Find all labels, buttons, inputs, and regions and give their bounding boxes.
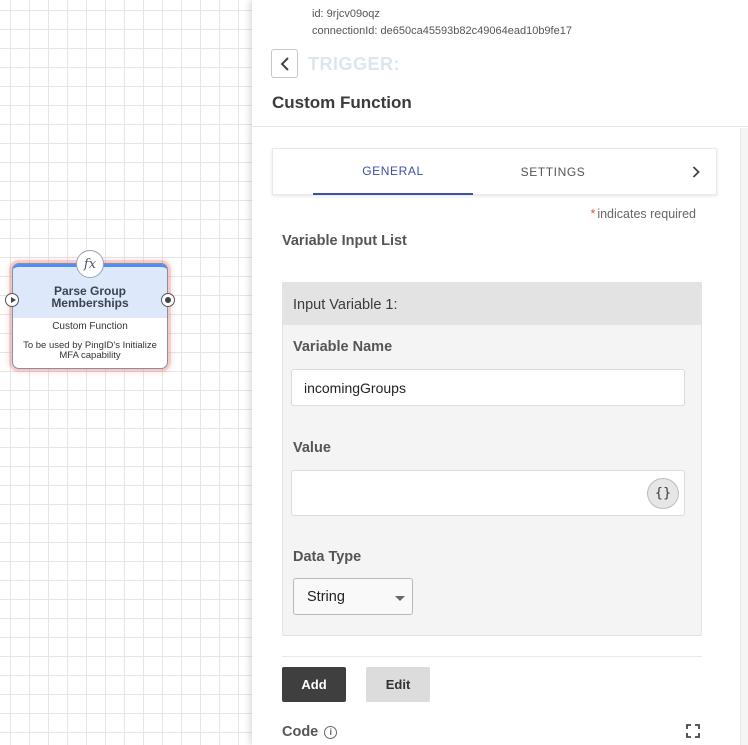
input-variable-header: Input Variable 1:: [283, 283, 701, 325]
required-star: *: [590, 207, 596, 221]
input-variable-card: Input Variable 1: Variable Name Value {}…: [282, 282, 702, 636]
chevron-left-icon: [280, 56, 289, 71]
info-icon[interactable]: i: [324, 725, 338, 739]
tab-bar: GENERAL SETTINGS: [272, 148, 717, 195]
trigger-label: TRIGGER:: [308, 54, 400, 74]
variable-name-input[interactable]: [291, 369, 685, 406]
node-id: id: 9rjcv09oqz: [312, 8, 380, 20]
header-divider: [252, 126, 748, 127]
value-label: Value: [293, 440, 331, 456]
flow-canvas[interactable]: fx Parse Group Memberships Custom Functi…: [0, 0, 252, 745]
panel-title: Custom Function: [272, 93, 412, 112]
properties-panel: id: 9rjcv09oqz connectionId: de650ca4559…: [252, 0, 748, 745]
node-input-port[interactable]: [5, 293, 19, 307]
required-note-text: indicates required: [597, 207, 696, 221]
data-type-value: String: [307, 589, 345, 605]
actions-divider: [282, 656, 702, 657]
back-button[interactable]: [271, 49, 298, 78]
insert-variable-button[interactable]: {}: [647, 478, 679, 509]
required-note: * indicates required: [590, 207, 696, 221]
code-label: Code i: [282, 724, 338, 740]
flow-node-parse-group-memberships[interactable]: fx Parse Group Memberships Custom Functi…: [5, 250, 175, 369]
scrollbar[interactable]: [740, 128, 748, 745]
tab-general[interactable]: GENERAL: [313, 149, 473, 195]
fullscreen-icon[interactable]: [686, 724, 700, 738]
function-icon: fx: [76, 250, 104, 278]
connection-id: connectionId: de650ca45593b82c49064ead10…: [312, 25, 572, 37]
edit-button[interactable]: Edit: [366, 667, 430, 702]
caret-down-icon: [395, 596, 405, 601]
variable-name-label: Variable Name: [293, 339, 393, 355]
variable-input-list-label: Variable Input List: [282, 233, 407, 249]
value-input[interactable]: [291, 470, 685, 516]
tab-settings[interactable]: SETTINGS: [473, 149, 633, 195]
play-icon: [10, 297, 16, 303]
add-button[interactable]: Add: [282, 667, 346, 702]
node-output-port[interactable]: [161, 293, 175, 307]
data-type-label: Data Type: [293, 549, 362, 565]
code-label-text: Code: [282, 724, 319, 740]
node-title: Parse Group Memberships: [51, 284, 129, 310]
data-type-select[interactable]: String: [293, 578, 413, 615]
chevron-right-icon: [692, 166, 700, 178]
node-type: Custom Function: [52, 321, 128, 332]
node-description: To be used by PingID's Initialize MFA ca…: [23, 340, 157, 361]
tab-scroll-next-button[interactable]: [688, 163, 704, 181]
dot-icon: [165, 297, 171, 303]
